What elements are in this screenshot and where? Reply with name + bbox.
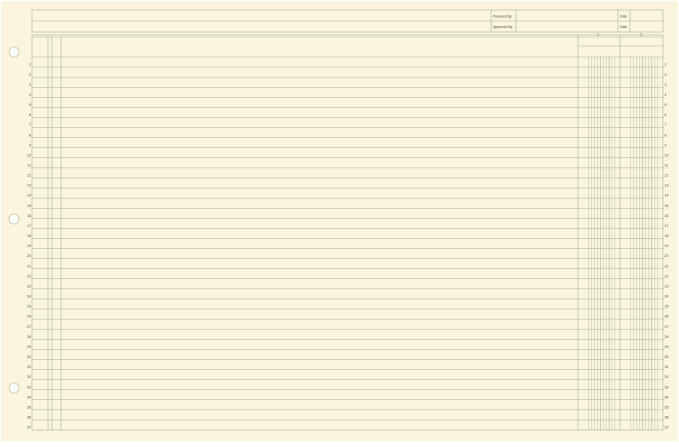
row-number-left: 37	[27, 426, 31, 430]
row-number-left: 2	[29, 73, 31, 77]
row-number-left: 16	[27, 214, 31, 218]
row-number-left: 25	[27, 305, 31, 309]
row-number-right: 37	[665, 426, 669, 430]
row-number-right: 25	[665, 305, 669, 309]
ledger-sheet: Prepared By Approved By Date Date 1 2 12…	[0, 0, 679, 442]
row-number-right: 19	[665, 244, 669, 248]
row-number-left: 9	[29, 143, 31, 147]
row-number-left: 24	[27, 295, 31, 299]
row-number-left: 21	[27, 264, 31, 268]
row-number-left: 1	[29, 63, 31, 67]
row-number-left: 5	[29, 103, 31, 107]
row-number-left: 35	[27, 405, 31, 409]
row-number-right: 11	[665, 163, 669, 167]
row-number-left: 33	[27, 385, 31, 389]
row-number-right: 1	[665, 63, 667, 67]
row-number-left: 22	[27, 274, 31, 278]
row-number-left: 23	[27, 284, 31, 288]
row-number-left: 13	[27, 184, 31, 188]
row-number-right: 20	[665, 254, 669, 258]
row-number-right: 9	[665, 143, 667, 147]
approved-by-label: Approved By	[493, 25, 513, 29]
row-number-right: 30	[665, 355, 669, 359]
row-number-left: 26	[27, 315, 31, 319]
row-number-right: 32	[665, 375, 669, 379]
column-group-2-number: 2	[640, 33, 642, 37]
row-number-right: 33	[665, 385, 669, 389]
row-number-right: 36	[665, 416, 669, 420]
ledger-page: Prepared By Approved By Date Date 1 2 12…	[1, 1, 678, 441]
row-number-right: 34	[665, 395, 669, 399]
row-number-right: 27	[665, 325, 669, 329]
row-number-right: 12	[665, 174, 669, 178]
row-number-left: 19	[27, 244, 31, 248]
punch-hole-middle	[8, 213, 20, 225]
row-number-right: 18	[665, 234, 669, 238]
row-number-right: 10	[665, 153, 669, 157]
row-number-right: 15	[665, 204, 669, 208]
row-number-left: 32	[27, 375, 31, 379]
row-number-left: 17	[27, 224, 31, 228]
row-number-right: 22	[665, 274, 669, 278]
row-number-left: 14	[27, 194, 31, 198]
row-number-left: 20	[27, 254, 31, 258]
row-number-right: 23	[665, 284, 669, 288]
row-number-right: 35	[665, 405, 669, 409]
row-number-left: 11	[27, 163, 31, 167]
row-number-left: 8	[29, 133, 31, 137]
row-number-left: 29	[27, 345, 31, 349]
row-number-right: 21	[665, 264, 669, 268]
row-number-left: 10	[27, 153, 31, 157]
row-number-right: 5	[665, 103, 667, 107]
row-number-right: 17	[665, 224, 669, 228]
date-label-1: Date	[620, 15, 627, 19]
row-number-left: 30	[27, 355, 31, 359]
row-number-right: 4	[665, 93, 667, 97]
row-number-right: 2	[665, 73, 667, 77]
date-label-2: Date	[620, 25, 627, 29]
row-number-left: 34	[27, 395, 31, 399]
row-number-right: 16	[665, 214, 669, 218]
row-number-right: 28	[665, 335, 669, 339]
prepared-by-label: Prepared By	[493, 15, 512, 19]
punch-hole-top	[8, 46, 20, 58]
row-number-left: 18	[27, 234, 31, 238]
row-number-left: 3	[29, 83, 31, 87]
row-number-right: 3	[665, 83, 667, 87]
row-number-right: 14	[665, 194, 669, 198]
row-number-left: 15	[27, 204, 31, 208]
row-number-right: 26	[665, 315, 669, 319]
row-number-right: 24	[665, 295, 669, 299]
row-number-right: 29	[665, 345, 669, 349]
row-number-left: 27	[27, 325, 31, 329]
row-number-right: 7	[665, 123, 667, 127]
punch-hole-bottom	[8, 382, 20, 394]
row-number-left: 31	[27, 365, 31, 369]
row-number-right: 8	[665, 133, 667, 137]
row-number-right: 31	[665, 365, 669, 369]
row-number-left: 36	[27, 416, 31, 420]
row-number-left: 4	[29, 93, 31, 97]
row-number-left: 28	[27, 335, 31, 339]
row-number-left: 6	[29, 113, 31, 117]
row-number-left: 7	[29, 123, 31, 127]
row-number-left: 12	[27, 174, 31, 178]
row-number-right: 6	[665, 113, 667, 117]
row-number-right: 13	[665, 184, 669, 188]
